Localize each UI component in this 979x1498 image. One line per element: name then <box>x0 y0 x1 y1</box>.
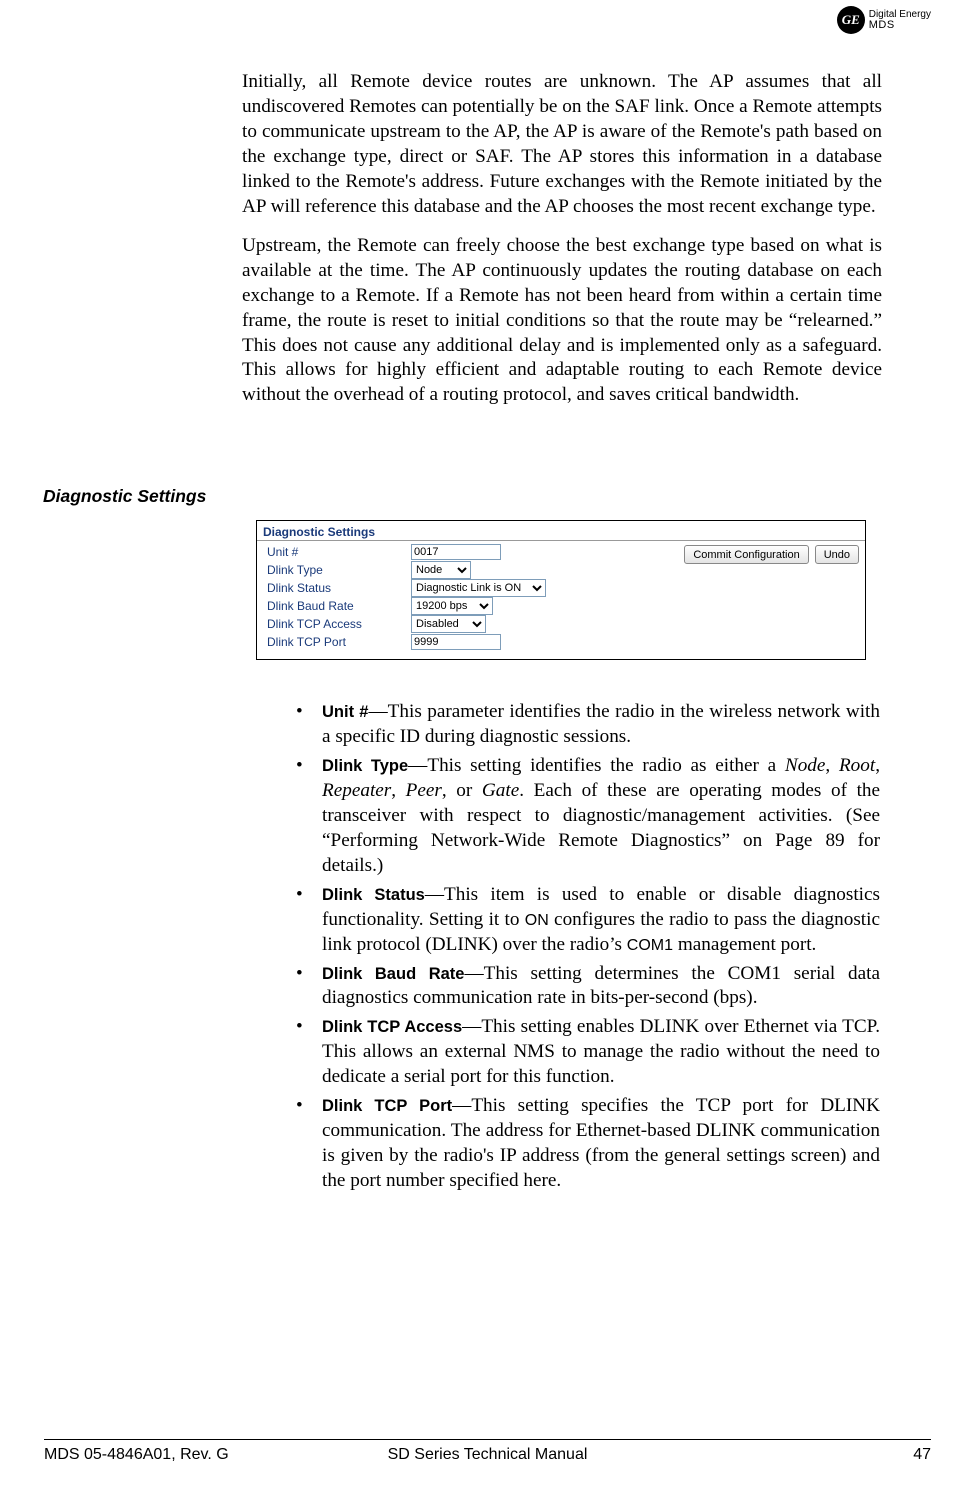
bullet-dlink-tcp-access: Dlink TCP Access—This setting enables DL… <box>296 1015 880 1090</box>
logo-line1: Digital Energy <box>869 10 931 20</box>
label-dlink-type: Dlink Type <box>263 563 411 577</box>
bullet-list: Unit #—This parameter identifies the rad… <box>296 700 880 1198</box>
row-unit: Unit # <box>263 543 684 561</box>
panel-title: Diagnostic Settings <box>257 521 865 541</box>
bullet-dlink-baud: Dlink Baud Rate—This setting determines … <box>296 962 880 1012</box>
header-logo: GE Digital Energy MDS <box>837 6 931 34</box>
footer-page-number: 47 <box>913 1446 931 1464</box>
input-dlink-tcp-port[interactable] <box>411 634 501 650</box>
footer-doc-id: MDS 05-4846A01, Rev. G <box>44 1446 229 1464</box>
section-heading-diagnostic-settings: Diagnostic Settings <box>43 486 206 507</box>
ge-monogram-icon: GE <box>837 6 865 34</box>
row-dlink-type: Dlink Type Node <box>263 561 684 579</box>
label-unit-number: Unit # <box>263 545 411 559</box>
term-unit-number: Unit # <box>322 703 368 721</box>
bullet-dlink-type: Dlink Type—This setting identifies the r… <box>296 754 880 879</box>
paragraph-2: Upstream, the Remote can freely choose t… <box>242 234 882 409</box>
logo-text: Digital Energy MDS <box>869 10 931 31</box>
label-dlink-tcp-port: Dlink TCP Port <box>263 635 411 649</box>
label-dlink-tcp-access: Dlink TCP Access <box>263 617 411 631</box>
input-unit-number[interactable] <box>411 544 501 560</box>
label-dlink-baud: Dlink Baud Rate <box>263 599 411 613</box>
select-dlink-status[interactable]: Diagnostic Link is ON <box>411 579 546 597</box>
logo-line2: MDS <box>869 20 931 31</box>
bullet-unit-number: Unit #—This parameter identifies the rad… <box>296 700 880 750</box>
panel-fields: Unit # Dlink Type Node Dlink Status Diag… <box>263 543 684 651</box>
term-dlink-tcp-port: Dlink TCP Port <box>322 1097 452 1115</box>
row-dlink-baud: Dlink Baud Rate 19200 bps <box>263 597 684 615</box>
bullet-dlink-status: Dlink Status—This item is used to enable… <box>296 883 880 958</box>
term-dlink-status: Dlink Status <box>322 886 425 904</box>
commit-configuration-button[interactable]: Commit Configuration <box>684 545 808 564</box>
term-dlink-baud: Dlink Baud Rate <box>322 965 464 983</box>
bullet-dlink-tcp-port: Dlink TCP Port—This setting specifies th… <box>296 1094 880 1194</box>
select-dlink-baud[interactable]: 19200 bps <box>411 597 493 615</box>
page-footer: MDS 05-4846A01, Rev. G SD Series Technic… <box>44 1439 931 1464</box>
row-dlink-tcp-port: Dlink TCP Port <box>263 633 684 651</box>
row-dlink-status: Dlink Status Diagnostic Link is ON <box>263 579 684 597</box>
body-text: Initially, all Remote device routes are … <box>242 70 882 422</box>
select-dlink-type[interactable]: Node <box>411 561 471 579</box>
undo-button[interactable]: Undo <box>815 545 859 564</box>
term-dlink-type: Dlink Type <box>322 757 408 775</box>
paragraph-1: Initially, all Remote device routes are … <box>242 70 882 220</box>
panel-buttons: Commit Configuration Undo <box>684 543 859 651</box>
row-dlink-tcp-access: Dlink TCP Access Disabled <box>263 615 684 633</box>
diagnostic-settings-panel: Diagnostic Settings Unit # Dlink Type No… <box>256 520 866 660</box>
select-dlink-tcp-access[interactable]: Disabled <box>411 615 486 633</box>
label-dlink-status: Dlink Status <box>263 581 411 595</box>
term-dlink-tcp-access: Dlink TCP Access <box>322 1018 462 1036</box>
